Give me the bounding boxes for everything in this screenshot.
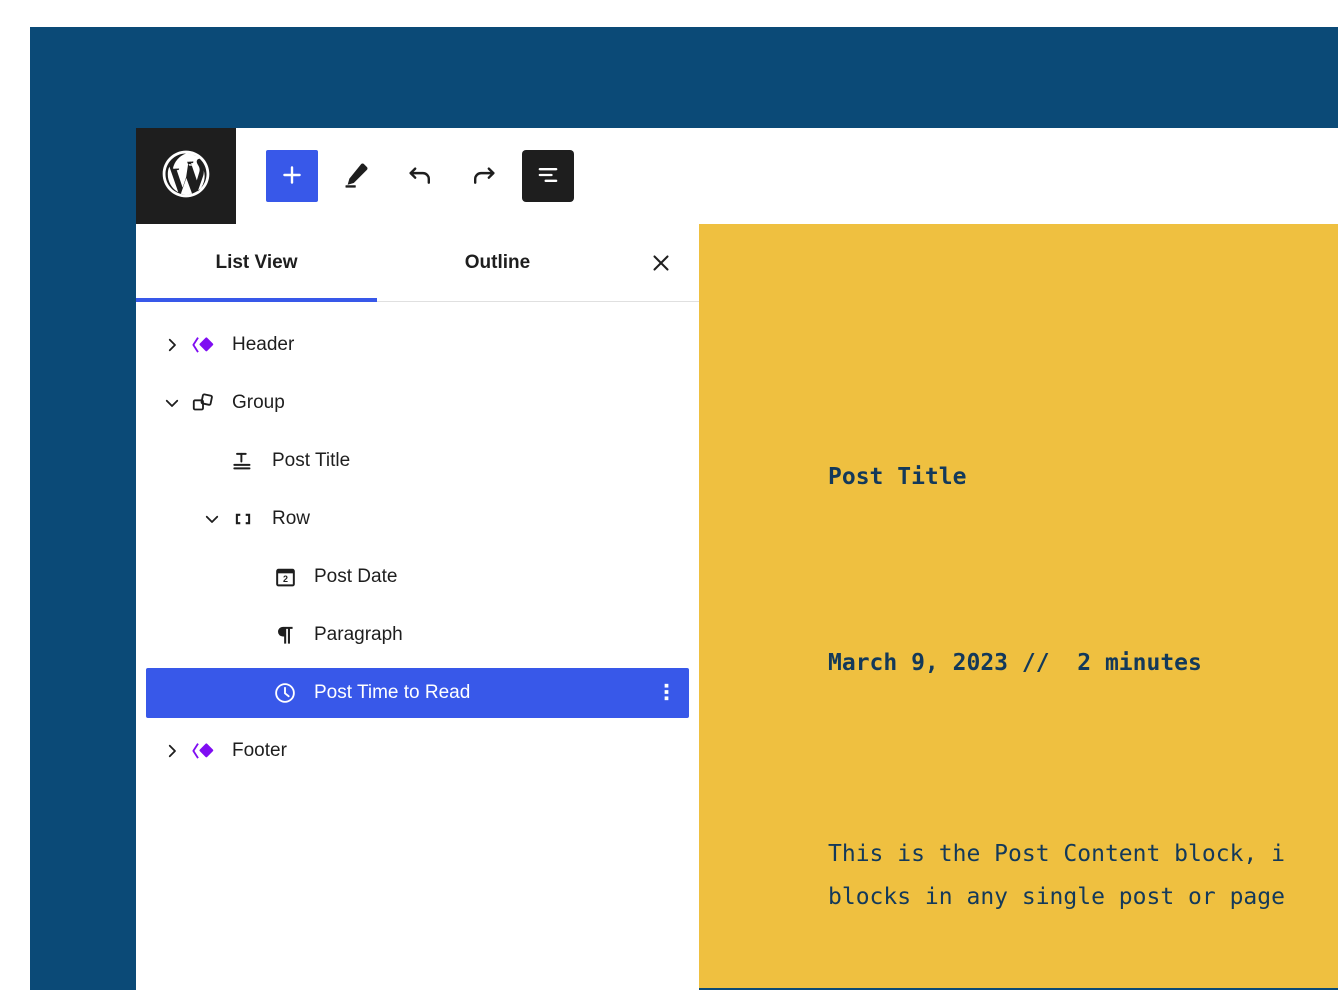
- calendar-icon: 2: [268, 565, 302, 590]
- list-item[interactable]: Row: [136, 490, 699, 548]
- undo-arrow-icon: [404, 159, 436, 194]
- list-item[interactable]: Post Title: [136, 432, 699, 490]
- close-icon: [648, 250, 674, 279]
- redo-button[interactable]: [458, 150, 510, 202]
- row-icon: [226, 506, 260, 532]
- undo-button[interactable]: [394, 150, 446, 202]
- chevron-down-icon[interactable]: [198, 510, 226, 528]
- list-item-label: Post Date: [314, 566, 398, 587]
- tools-pencil-button[interactable]: [330, 150, 382, 202]
- list-item-selected[interactable]: Post Time to Read: [136, 664, 699, 722]
- list-item-label: Paragraph: [314, 624, 403, 645]
- list-item[interactable]: Group: [136, 374, 699, 432]
- post-paragraph-1: This is the Post Content block, i blocks…: [828, 841, 1285, 910]
- list-item-label: Header: [232, 334, 295, 355]
- list-item-label: Group: [232, 392, 285, 413]
- post-title-icon: [226, 448, 260, 474]
- list-view-tabs: List View Outline: [136, 224, 699, 302]
- list-item-label: Footer: [232, 740, 287, 761]
- post-title-text: Post Title: [828, 464, 967, 490]
- group-icon: [186, 390, 220, 416]
- list-item[interactable]: Paragraph: [136, 606, 699, 664]
- list-item[interactable]: Footer: [136, 722, 699, 780]
- wordpress-icon: [158, 146, 214, 207]
- block-options-button[interactable]: [653, 673, 679, 713]
- close-panel-button[interactable]: [645, 248, 677, 280]
- clock-icon: [268, 680, 302, 706]
- list-view-toggle-button[interactable]: [522, 150, 574, 202]
- paragraph-icon: [268, 622, 302, 648]
- redo-arrow-icon: [468, 159, 500, 194]
- svg-text:2: 2: [283, 574, 288, 584]
- block-editor-window: List View Outline Header Group Post Titl…: [136, 128, 1338, 990]
- template-part-icon: [186, 738, 220, 764]
- pencil-icon: [341, 160, 371, 193]
- list-item[interactable]: 2 Post Date: [136, 548, 699, 606]
- list-item-label: Row: [272, 508, 311, 529]
- post-content-inner: Post Title March 9, 2023 // 2 minutes Th…: [699, 224, 1338, 988]
- chevron-down-icon[interactable]: [158, 394, 186, 412]
- plus-icon: [279, 162, 305, 191]
- post-content-canvas[interactable]: Post Title March 9, 2023 // 2 minutes Th…: [699, 224, 1338, 988]
- list-item-label: Post Time to Read: [314, 682, 471, 703]
- active-tab-indicator: [136, 298, 377, 302]
- screenshot-root: List View Outline Header Group Post Titl…: [0, 0, 1338, 1008]
- tab-outline[interactable]: Outline: [377, 224, 618, 302]
- chevron-right-icon[interactable]: [158, 336, 186, 354]
- chevron-right-icon[interactable]: [158, 742, 186, 760]
- list-item[interactable]: Header: [136, 316, 699, 374]
- tab-list-view[interactable]: List View: [136, 224, 377, 302]
- list-item-label: Post Title: [272, 450, 351, 471]
- block-tree: Header Group Post Title Row 2 Post Date …: [136, 302, 699, 780]
- wordpress-logo-button[interactable]: [136, 128, 236, 224]
- editor-header-toolbar: [136, 128, 1338, 224]
- list-view-panel: List View Outline Header Group Post Titl…: [136, 224, 699, 990]
- add-block-button[interactable]: [266, 150, 318, 202]
- list-view-icon: [534, 161, 562, 192]
- toolbar-button-group: [236, 128, 574, 224]
- post-meta-text: March 9, 2023 // 2 minutes: [828, 650, 1202, 676]
- template-part-icon: [186, 332, 220, 358]
- more-vertical-icon: [663, 678, 670, 709]
